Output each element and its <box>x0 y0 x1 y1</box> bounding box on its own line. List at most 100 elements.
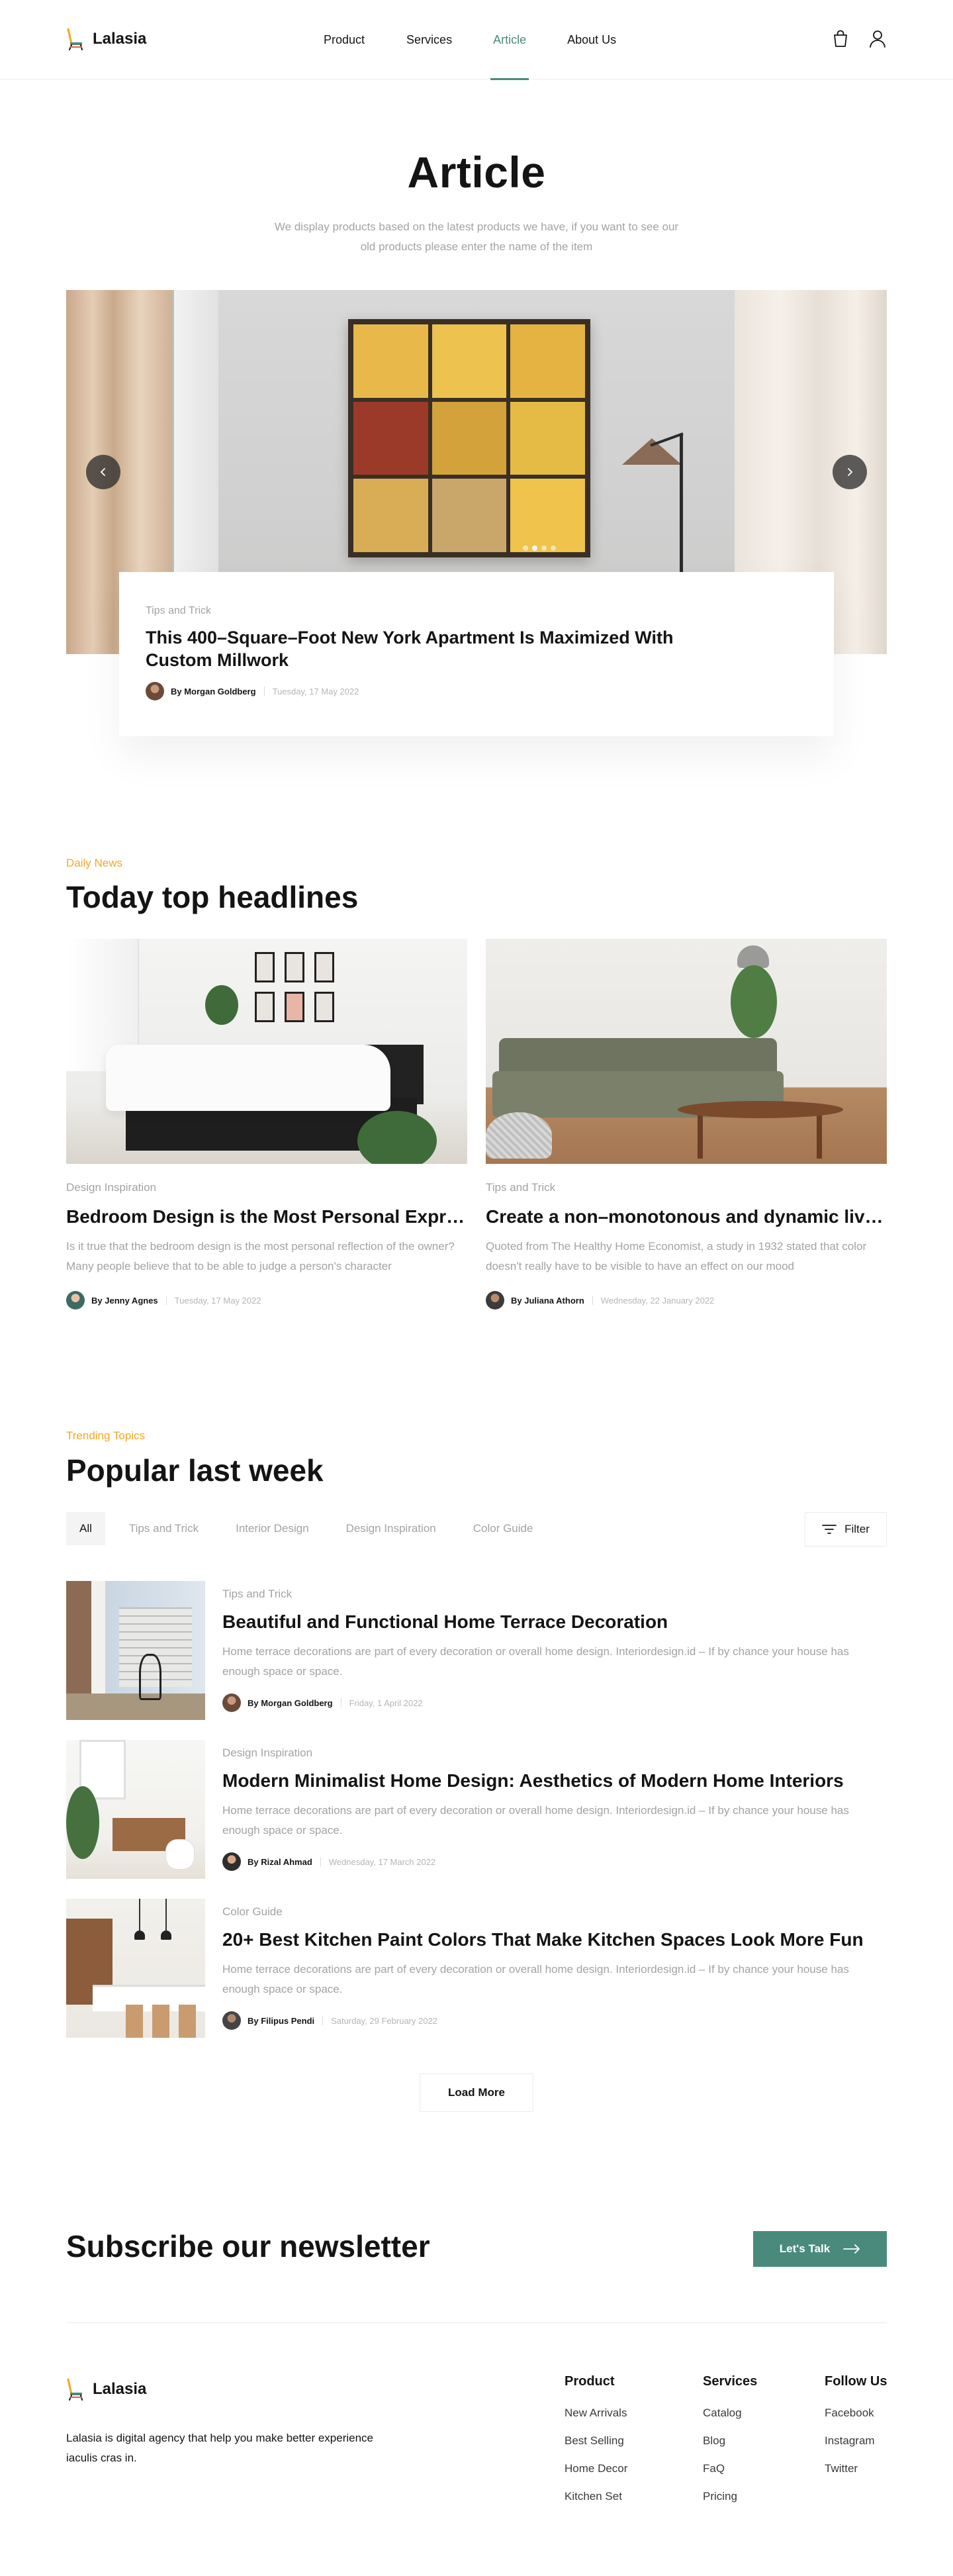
footer-brand-name: Lalasia <box>93 2380 147 2398</box>
article-title[interactable]: Modern Minimalist Home Design: Aesthetic… <box>222 1770 887 1791</box>
featured-article-card[interactable]: Tips and Trick This 400–Square–Foot New … <box>119 572 834 736</box>
footer-link-best-selling[interactable]: Best Selling <box>565 2434 627 2448</box>
load-more-button[interactable]: Load More <box>420 2074 533 2112</box>
footer-link-blog[interactable]: Blog <box>703 2434 757 2448</box>
footer-link-faq[interactable]: FaQ <box>703 2462 757 2475</box>
filter-icon <box>822 1525 837 1534</box>
filter-tab-interior-design[interactable]: Interior Design <box>222 1512 322 1545</box>
slider-dot-active[interactable] <box>532 546 537 551</box>
article-meta: By Rizal Ahmad Wednesday, 17 March 2022 <box>222 1852 887 1871</box>
chevron-right-icon <box>848 468 853 476</box>
popular-label: Trending Topics <box>66 1429 146 1442</box>
footer-link-catalog[interactable]: Catalog <box>703 2407 757 2420</box>
article-date: Tuesday, 17 May 2022 <box>174 1295 261 1306</box>
article-meta: By Juliana Athorn Wednesday, 22 January … <box>486 1291 887 1310</box>
brand-logo[interactable]: Lalasia <box>66 28 146 50</box>
article-author: By Morgan Goldberg <box>248 1697 333 1708</box>
meta-divider <box>322 2016 324 2025</box>
nav-item-article[interactable]: Article <box>490 0 529 80</box>
article-category: Design Inspiration <box>66 1181 157 1194</box>
chair-logo-icon <box>67 2378 83 2401</box>
brand-name: Lalasia <box>93 30 147 48</box>
slider-dot[interactable] <box>523 546 528 551</box>
popular-article[interactable]: Tips and Trick Beautiful and Functional … <box>66 1581 887 1720</box>
category-filter-tabs: All Tips and Trick Interior Design Desig… <box>66 1512 557 1545</box>
filter-tab-tips-and-trick[interactable]: Tips and Trick <box>116 1512 212 1545</box>
slider-dot[interactable] <box>551 546 556 551</box>
slider-next-button[interactable] <box>833 455 867 489</box>
page-title: Article <box>407 148 546 197</box>
article-category: Tips and Trick <box>486 1181 556 1194</box>
article-category: Design Inspiration <box>222 1746 313 1759</box>
slider-prev-button[interactable] <box>86 455 120 489</box>
chevron-left-icon <box>100 468 105 476</box>
headline-card[interactable]: Design Inspiration Bedroom Design is the… <box>66 939 467 1310</box>
footer-link-home-decor[interactable]: Home Decor <box>565 2462 627 2475</box>
article-title[interactable]: Beautiful and Functional Home Terrace De… <box>222 1611 887 1633</box>
headline-image[interactable] <box>486 939 887 1164</box>
article-author: By Rizal Ahmad <box>248 1856 312 1867</box>
article-title[interactable]: Create a non–monotonous and dynamic livi… <box>486 1206 887 1227</box>
main-nav: Product Services Article About Us <box>324 0 616 80</box>
article-author: By Jenny Agnes <box>91 1295 158 1306</box>
site-header: Lalasia Product Services Article About U… <box>0 0 953 80</box>
meta-divider <box>263 687 265 696</box>
headline-card[interactable]: Tips and Trick Create a non–monotonous a… <box>486 939 887 1310</box>
meta-divider <box>592 1296 593 1305</box>
filter-button[interactable]: Filter <box>805 1512 887 1547</box>
article-category: Tips and Trick <box>146 605 211 616</box>
article-title[interactable]: This 400–Square–Foot New York Apartment … <box>146 626 715 671</box>
slide-wall-art <box>348 319 590 557</box>
footer-heading: Product <box>565 2374 615 2389</box>
article-excerpt: Is it true that the bedroom design is th… <box>66 1240 455 1272</box>
article-date: Wednesday, 22 January 2022 <box>600 1295 715 1306</box>
lets-talk-button[interactable]: Let's Talk <box>753 2231 887 2267</box>
article-author: By Morgan Goldberg <box>171 686 256 696</box>
footer-link-new-arrivals[interactable]: New Arrivals <box>565 2407 627 2420</box>
slider-dot[interactable] <box>541 546 547 551</box>
article-date: Tuesday, 17 May 2022 <box>272 686 359 696</box>
footer-column-follow-us: Follow Us Facebook Instagram Twitter <box>825 2374 887 2475</box>
slider-dots <box>523 546 556 551</box>
page-subtitle: We display products based on the latest … <box>274 220 679 253</box>
article-date: Wednesday, 17 March 2022 <box>328 1856 436 1867</box>
article-author: By Filipus Pendi <box>248 2015 315 2026</box>
footer-link-instagram[interactable]: Instagram <box>825 2434 887 2448</box>
article-excerpt: Home terrace decorations are part of eve… <box>222 1804 849 1837</box>
article-thumbnail[interactable] <box>66 1899 205 2038</box>
cart-icon[interactable] <box>831 28 850 49</box>
footer-heading: Follow Us <box>825 2374 887 2389</box>
headline-image[interactable] <box>66 939 467 1164</box>
filter-tab-color-guide[interactable]: Color Guide <box>460 1512 547 1545</box>
popular-article[interactable]: Color Guide 20+ Best Kitchen Paint Color… <box>66 1899 887 2038</box>
popular-article[interactable]: Design Inspiration Modern Minimalist Hom… <box>66 1740 887 1879</box>
footer-link-kitchen-set[interactable]: Kitchen Set <box>565 2490 627 2503</box>
footer-link-facebook[interactable]: Facebook <box>825 2407 887 2420</box>
article-title[interactable]: 20+ Best Kitchen Paint Colors That Make … <box>222 1929 887 1950</box>
article-thumbnail[interactable] <box>66 1581 205 1720</box>
footer-column-services: Services Catalog Blog FaQ Pricing <box>703 2374 757 2503</box>
article-category: Tips and Trick <box>222 1588 293 1600</box>
article-excerpt: Home terrace decorations are part of eve… <box>222 1645 849 1678</box>
page: Lalasia Product Services Article About U… <box>0 0 953 2576</box>
newsletter-title: Subscribe our newsletter <box>66 2229 430 2264</box>
user-icon[interactable] <box>868 28 887 49</box>
filter-tab-design-inspiration[interactable]: Design Inspiration <box>333 1512 449 1545</box>
avatar <box>146 682 164 700</box>
arrow-right-icon <box>843 2244 860 2254</box>
slide-lamp <box>622 438 682 465</box>
footer-link-twitter[interactable]: Twitter <box>825 2462 887 2475</box>
footer-column-product: Product New Arrivals Best Selling Home D… <box>565 2374 627 2503</box>
article-title[interactable]: Bedroom Design is the Most Personal Expr… <box>66 1206 467 1227</box>
avatar <box>486 1291 504 1310</box>
footer-brand-logo[interactable]: Lalasia <box>66 2378 146 2401</box>
article-thumbnail[interactable] <box>66 1740 205 1879</box>
nav-item-product[interactable]: Product <box>324 0 365 79</box>
filter-tab-all[interactable]: All <box>66 1512 105 1545</box>
footer-link-pricing[interactable]: Pricing <box>703 2490 757 2503</box>
article-date: Saturday, 29 February 2022 <box>331 2015 438 2026</box>
nav-item-about-us[interactable]: About Us <box>567 0 616 79</box>
chair-logo-icon <box>67 28 83 50</box>
nav-item-services[interactable]: Services <box>406 0 452 79</box>
article-author: By Juliana Athorn <box>511 1295 584 1306</box>
